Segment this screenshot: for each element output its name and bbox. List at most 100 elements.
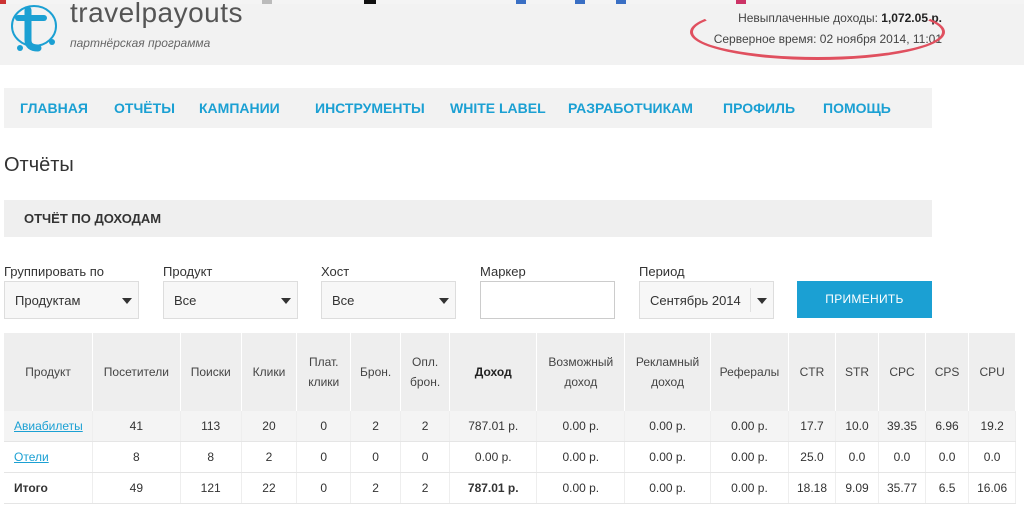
table-cell: 0.00 р. (536, 411, 626, 442)
table-cell: 0.0 (835, 441, 880, 473)
table-cell: 0.00 р. (624, 411, 711, 442)
table-cell: 2 (241, 441, 298, 473)
table-cell: 6.5 (925, 472, 970, 504)
table-cell: 0.00 р. (710, 411, 790, 442)
table-cell: 9.09 (835, 472, 880, 504)
group-by-select[interactable]: Продуктам (4, 281, 139, 319)
section-title: ОТЧЁТ ПО ДОХОДАМ (24, 211, 162, 226)
table-cell: 0 (296, 441, 352, 473)
col-possible-income[interactable]: Возможный доход (536, 333, 626, 411)
table-cell: 0.0 (878, 441, 926, 473)
table-total-row: Итого 49 121 22 0 2 2 787.01 р. 0.00 р. … (4, 472, 1016, 504)
table-cell: 49 (92, 472, 181, 504)
col-searches[interactable]: Поиски (180, 333, 242, 411)
table-cell: 0.00 р. (710, 441, 790, 473)
table-row: Отели 8 8 2 0 0 0 0.00 р. 0.00 р. 0.00 р… (4, 441, 1016, 473)
group-by-label: Группировать по (4, 264, 105, 279)
product-label: Продукт (163, 264, 213, 279)
table-cell: 0 (400, 441, 451, 473)
marker-input[interactable] (480, 281, 615, 319)
col-referrals[interactable]: Рефералы (710, 333, 790, 411)
nav-developers[interactable]: Разработчикам (568, 88, 693, 128)
product-select[interactable]: Все (163, 281, 298, 319)
col-bookings[interactable]: Брон. (350, 333, 401, 411)
product-link-hotels[interactable]: Отели (14, 450, 49, 464)
site-header: travelpayouts партнёрская программа Невы… (0, 0, 1024, 65)
col-cpu[interactable]: CPU (968, 333, 1016, 411)
period-select[interactable]: Сентябрь 2014 (639, 281, 774, 319)
table-cell: 2 (400, 472, 451, 504)
table-cell: 787.01 р. (449, 411, 538, 442)
select-divider (750, 288, 751, 312)
nav-help[interactable]: Помощь (823, 88, 891, 128)
logo-subtitle: партнёрская программа (70, 36, 211, 50)
apply-button[interactable]: Применить (797, 281, 932, 318)
table-cell: 0.00 р. (624, 472, 711, 504)
table-cell: 10.0 (835, 411, 880, 442)
chevron-down-icon (439, 298, 449, 304)
table-cell: 113 (180, 411, 242, 442)
table-cell: 16.06 (968, 472, 1016, 504)
nav-white-label[interactable]: White Label (450, 88, 546, 128)
table-cell: 19.2 (968, 411, 1016, 442)
product-link-flights[interactable]: Авиабилеты (14, 419, 83, 433)
product-value: Все (174, 293, 197, 308)
table-cell: 2 (350, 472, 401, 504)
table-cell: 22 (241, 472, 298, 504)
table-cell: 39.35 (878, 411, 926, 442)
col-cps[interactable]: CPS (925, 333, 970, 411)
table-cell: 18.18 (788, 472, 836, 504)
chevron-down-icon (757, 298, 767, 304)
col-paid-bookings[interactable]: Опл. брон. (400, 333, 451, 411)
nav-home[interactable]: Главная (20, 88, 88, 128)
col-product[interactable]: Продукт (4, 333, 94, 411)
cell-product: Отели (4, 441, 94, 473)
table-cell: 0 (296, 472, 352, 504)
table-cell: 8 (92, 441, 181, 473)
main-nav: Главная Отчёты Кампании Инструменты Whit… (4, 88, 932, 128)
table-cell: 17.7 (788, 411, 836, 442)
table-cell: 6.96 (925, 411, 970, 442)
nav-reports[interactable]: Отчёты (114, 88, 175, 128)
table-cell: 20 (241, 411, 298, 442)
chevron-down-icon (122, 298, 132, 304)
col-clicks[interactable]: Клики (241, 333, 298, 411)
table-cell: 0.0 (968, 441, 1016, 473)
total-income: 787.01 р. (449, 472, 538, 504)
page-title: Отчёты (4, 154, 74, 176)
table-cell: 2 (350, 411, 401, 442)
table-cell: 35.77 (878, 472, 926, 504)
table-cell: 41 (92, 411, 181, 442)
red-annotation-circle (690, 4, 945, 60)
nav-tools[interactable]: Инструменты (315, 88, 425, 128)
table-header-row: Продукт Посетители Поиски Клики Плат. кл… (4, 333, 1016, 411)
col-visitors[interactable]: Посетители (92, 333, 181, 411)
table-cell: 0.00 р. (624, 441, 711, 473)
logo-text: travelpayouts (70, 0, 244, 28)
table-cell: 0.0 (925, 441, 970, 473)
host-value: Все (332, 293, 355, 308)
section-header: ОТЧЁТ ПО ДОХОДАМ (4, 200, 932, 237)
table-cell: 0 (350, 441, 401, 473)
group-by-value: Продуктам (15, 293, 81, 308)
table-cell: 0.00 р. (710, 472, 790, 504)
nav-profile[interactable]: Профиль (723, 88, 795, 128)
travelpayouts-logo-icon[interactable] (8, 4, 64, 56)
col-paid-clicks[interactable]: Плат. клики (296, 333, 352, 411)
table-cell: 121 (180, 472, 242, 504)
col-ad-income[interactable]: Рекламный доход (624, 333, 711, 411)
table-cell: 0.00 р. (536, 472, 626, 504)
col-ctr[interactable]: CTR (788, 333, 836, 411)
col-str[interactable]: STR (835, 333, 880, 411)
col-cpc[interactable]: CPC (878, 333, 926, 411)
host-label: Хост (321, 264, 350, 279)
col-income[interactable]: Доход (449, 333, 538, 411)
nav-campaigns[interactable]: Кампании (199, 88, 280, 128)
table-cell: 0.00 р. (536, 441, 626, 473)
table-row: Авиабилеты 41 113 20 0 2 2 787.01 р. 0.0… (4, 411, 1016, 442)
host-select[interactable]: Все (321, 281, 456, 319)
table-cell: 8 (180, 441, 242, 473)
table-cell: 2 (400, 411, 451, 442)
total-label: Итого (4, 472, 94, 504)
period-label: Период (639, 264, 685, 279)
